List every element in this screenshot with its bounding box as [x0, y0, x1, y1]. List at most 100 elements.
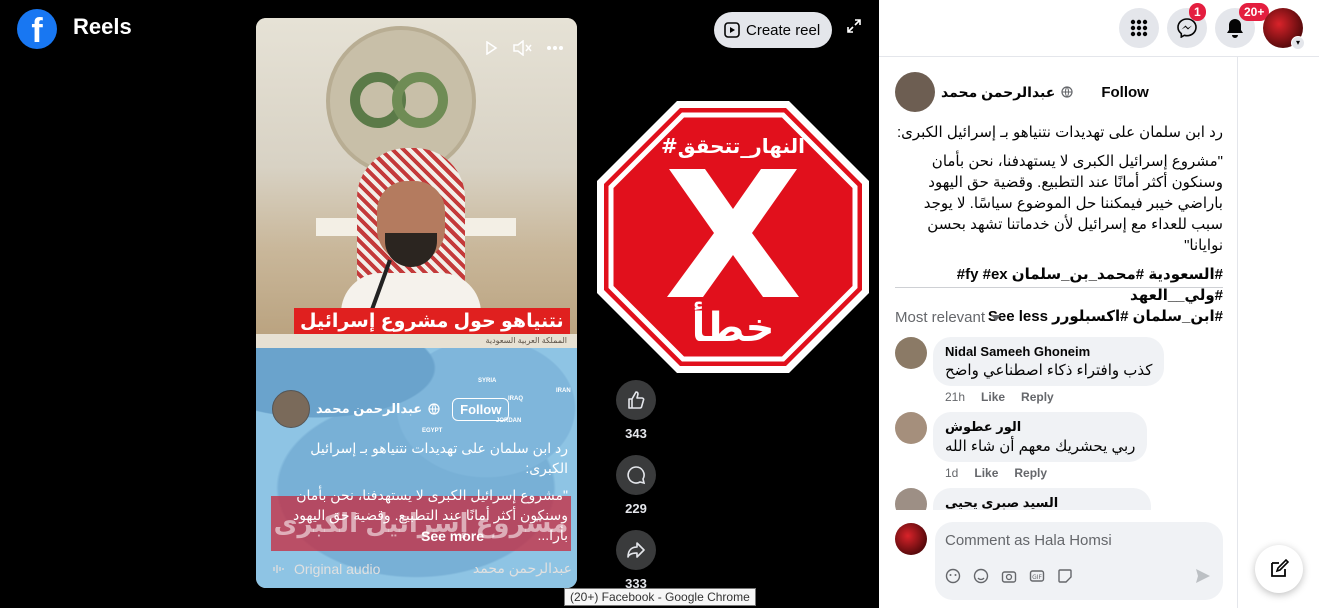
map-label: SYRIA — [478, 378, 497, 384]
volume-icon[interactable] — [512, 40, 532, 56]
avatar[interactable] — [895, 72, 935, 112]
comment-text: ربي يحشريك معهم أن شاء الله — [945, 438, 1136, 455]
create-reel-label: Create reel — [746, 21, 821, 39]
post-body: عبدالرحمن محمد Follow رد ابن سلمان على ت… — [895, 72, 1223, 327]
comment-meta: 21h Like Reply — [945, 390, 1164, 404]
like-count: 343 — [625, 426, 647, 441]
reels-viewer: f Reels Create reel مجلس التعاون لدول — [0, 0, 1319, 608]
comment: السيد صبرى يحيى — [895, 488, 1223, 510]
avatar[interactable] — [895, 488, 927, 510]
comment-like-button[interactable]: Like — [981, 390, 1005, 404]
video-subcaption: المملكة العربية السعودية — [256, 334, 577, 348]
avatar[interactable] — [895, 412, 927, 444]
post-divider — [895, 287, 1223, 288]
comment-author[interactable]: الور عطوش — [945, 419, 1135, 435]
post-line: "مشروع إسرائيل الكبرى لا يستهدفنا، نحن ب… — [923, 153, 1223, 254]
comment-placeholder: Comment as Hala Homsi — [945, 532, 1112, 549]
avatar[interactable] — [895, 337, 927, 369]
chevron-down-icon[interactable]: ▾ — [1291, 36, 1305, 50]
comment-icon — [627, 466, 646, 485]
menu-grid-icon — [1130, 19, 1148, 37]
audio-author: عبدالرحمن محمد — [472, 560, 572, 576]
comment-author[interactable]: السيد صبرى يحيى — [945, 495, 1139, 510]
author-name[interactable]: عبدالرحمن محمد — [316, 401, 422, 417]
reel-description: رد ابن سلمان على تهديدات نتنياهو بـ إسرا… — [270, 438, 568, 552]
like-icon — [628, 391, 645, 409]
like-button[interactable] — [616, 380, 656, 420]
emblem-ring-right — [392, 72, 448, 128]
share-button[interactable] — [616, 530, 656, 570]
reel-author[interactable]: عبدالرحمن محمد Follow — [272, 390, 510, 428]
comment-meta: 1d Like Reply — [945, 466, 1147, 480]
top-navigation: 1 20+ ▾ — [879, 0, 1319, 57]
facebook-logo[interactable]: f — [17, 9, 57, 49]
sticker-icon[interactable] — [1057, 568, 1073, 584]
description-line: "مشروع إسرائيل الكبرى لا يستهدفنا، نحن ب… — [292, 487, 568, 543]
reels-stage: f Reels Create reel مجلس التعاون لدول — [0, 0, 879, 608]
description-line: رد ابن سلمان على تهديدات نتنياهو بـ إسرا… — [310, 440, 568, 476]
avatar[interactable] — [272, 390, 310, 428]
comment: الور عطوش ربي يحشريك معهم أن شاء الله 1d… — [895, 412, 1223, 480]
audio-label: Original audio — [294, 560, 381, 577]
comment: Nidal Sameeh Ghoneim كذب وافتراء ذكاء اص… — [895, 337, 1223, 404]
fact-check-stop-sign: #النهار_تتحقق خطأ — [597, 101, 869, 373]
avatar-sticker-icon[interactable] — [945, 568, 961, 584]
chevron-down-icon — [991, 314, 1002, 321]
sort-label: Most relevant — [895, 309, 986, 326]
audio-wave-icon — [273, 564, 284, 573]
comment-like-button[interactable]: Like — [974, 466, 998, 480]
post-text: رد ابن سلمان على تهديدات نتنياهو بـ إسرا… — [895, 122, 1223, 327]
follow-button[interactable]: Follow — [452, 397, 510, 421]
new-message-button[interactable] — [1255, 545, 1303, 593]
map-label: IRAQ — [508, 396, 523, 402]
post-author[interactable]: عبدالرحمن محمد — [941, 84, 1055, 101]
video-top-scene: مجلس التعاون لدول نتنياهو حول مشروع إسرا… — [256, 18, 577, 353]
svg-text:GIF: GIF — [1032, 574, 1042, 581]
avatar[interactable] — [895, 523, 927, 555]
stop-sign-verdict: خطأ — [692, 301, 775, 351]
comment-reply-button[interactable]: Reply — [1014, 466, 1047, 480]
create-reel-button[interactable]: Create reel — [714, 12, 833, 48]
send-icon[interactable] — [1195, 568, 1211, 584]
account-avatar[interactable]: ▾ — [1263, 8, 1305, 50]
comment-sort-dropdown[interactable]: Most relevant — [895, 309, 1002, 326]
map-label: IRAN — [556, 388, 571, 394]
messenger-button[interactable]: 1 — [1167, 3, 1207, 48]
more-icon[interactable] — [546, 45, 564, 51]
notifications-button[interactable]: 20+ — [1215, 3, 1270, 48]
comment-button[interactable] — [616, 455, 656, 495]
expand-icon[interactable] — [846, 18, 862, 34]
messenger-icon — [1177, 18, 1197, 38]
comment-bubble: الور عطوش ربي يحشريك معهم أن شاء الله — [933, 412, 1148, 462]
gif-icon[interactable]: GIF — [1029, 568, 1045, 584]
comment-time[interactable]: 1d — [945, 466, 958, 480]
globe-icon — [1061, 86, 1073, 98]
comments-list: Nidal Sameeh Ghoneim كذب وافتراء ذكاء اص… — [895, 337, 1223, 510]
play-icon[interactable] — [484, 41, 498, 55]
camera-icon[interactable] — [1001, 568, 1017, 584]
reel-video[interactable]: مجلس التعاون لدول نتنياهو حول مشروع إسرا… — [256, 18, 577, 588]
comment-input[interactable]: Comment as Hala Homsi GIF — [935, 522, 1223, 600]
share-icon — [627, 542, 645, 558]
follow-button[interactable]: Follow — [1101, 84, 1149, 101]
see-more-link[interactable]: See more — [421, 528, 484, 544]
hashtag-text[interactable]: #ابن_سلمان #اكسبلورر — [1052, 308, 1223, 325]
map-label: EGYPT — [422, 428, 443, 434]
compose-icon — [1271, 559, 1289, 577]
comment-composer: Comment as Hala Homsi GIF — [895, 522, 1223, 600]
reel-actions: 343 229 333 — [616, 380, 656, 605]
comment-reply-button[interactable]: Reply — [1021, 390, 1054, 404]
stop-sign-hashtag: #النهار_تتحقق — [661, 134, 805, 158]
comment-author[interactable]: Nidal Sameeh Ghoneim — [945, 344, 1152, 359]
post-line: رد ابن سلمان على تهديدات نتنياهو بـ إسرا… — [896, 124, 1223, 141]
video-caption: نتنياهو حول مشروع إسرائيل — [294, 308, 570, 335]
emoji-icon[interactable] — [973, 568, 989, 584]
comment-bubble: Nidal Sameeh Ghoneim كذب وافتراء ذكاء اص… — [933, 337, 1165, 386]
post-hashtags[interactable]: #السعودية #محمد_بن_سلمان fy #ex# #ولي__ا… — [895, 264, 1223, 306]
comment-time[interactable]: 21h — [945, 390, 965, 404]
menu-button[interactable] — [1119, 8, 1159, 48]
bell-icon — [1227, 19, 1243, 38]
audio-attribution[interactable]: Original audio عبدالرحمن محمد — [272, 560, 572, 577]
comment-bubble: السيد صبرى يحيى — [933, 488, 1151, 510]
messenger-badge: 1 — [1189, 3, 1206, 21]
